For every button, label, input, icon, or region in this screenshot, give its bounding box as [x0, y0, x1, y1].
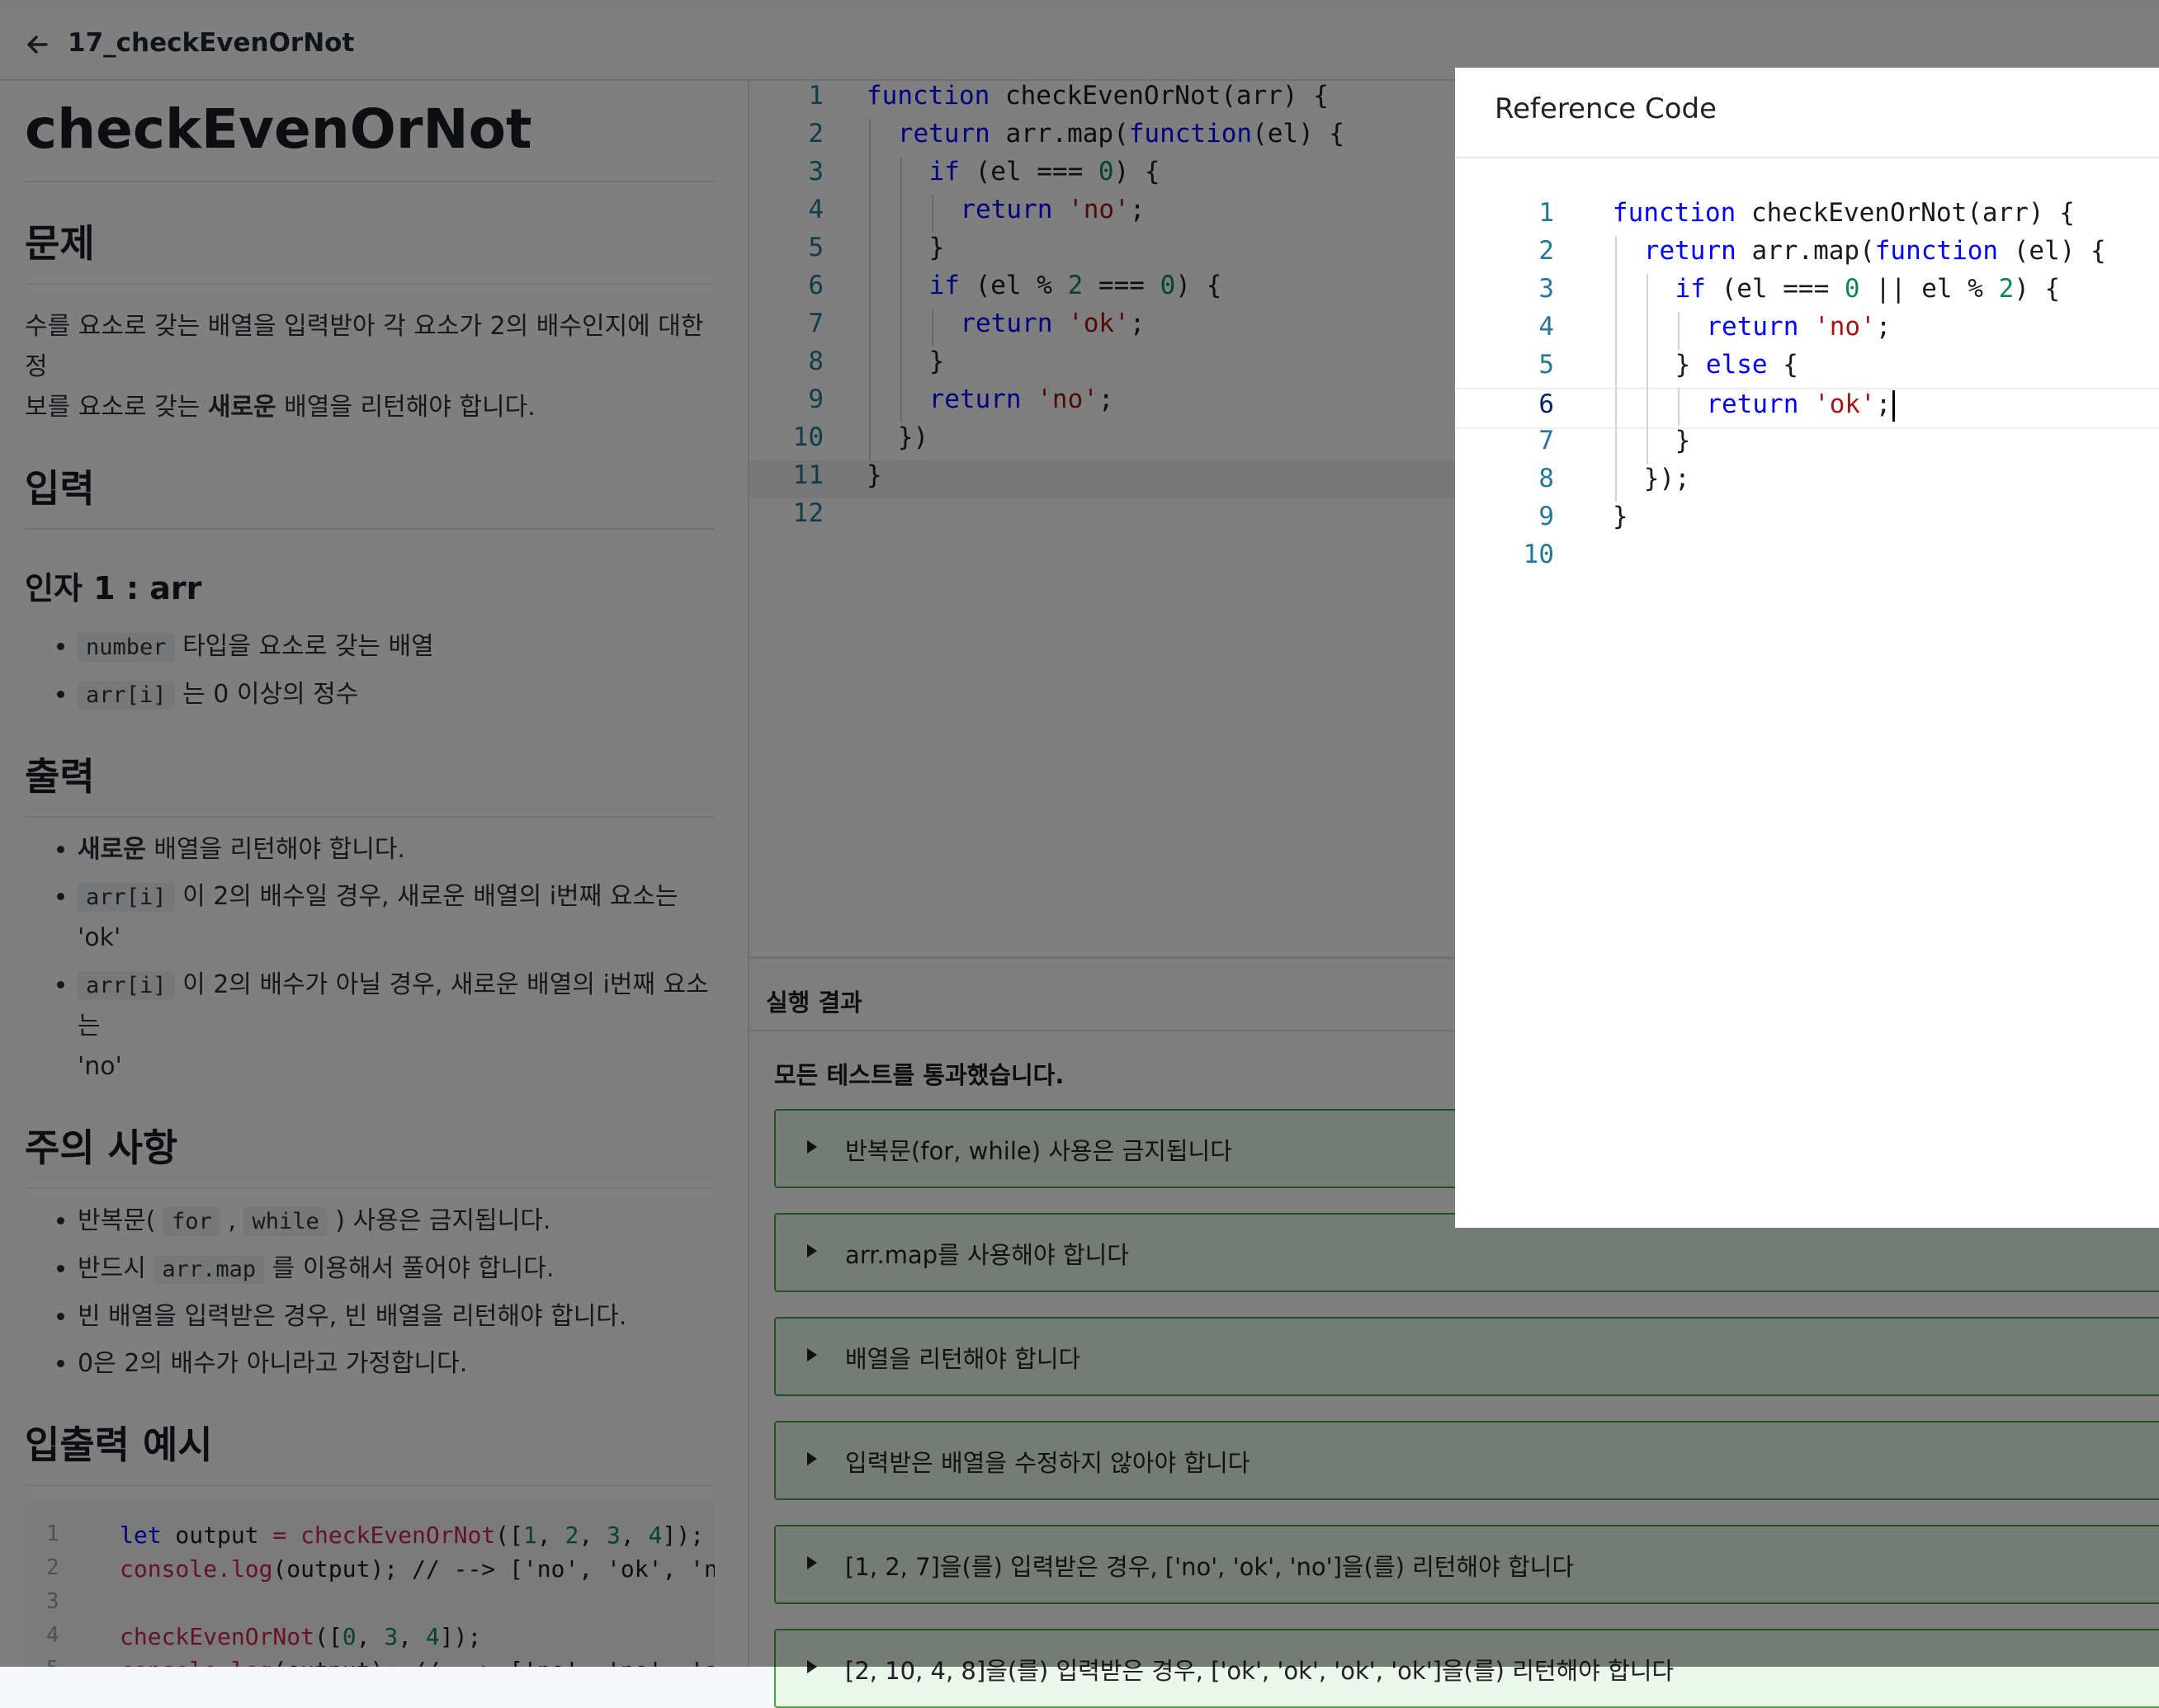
indent-guide [1646, 388, 1648, 426]
reference-code-line[interactable]: 8}); [1455, 464, 2159, 502]
line-number: 8 [1538, 464, 1554, 493]
indent-guide [1677, 388, 1679, 426]
divider [1455, 157, 2159, 158]
line-number: 6 [1538, 389, 1554, 419]
line-code: return 'ok'; [1706, 389, 1896, 422]
code-token: 'no' [1814, 312, 1876, 342]
line-number: 9 [1538, 502, 1554, 531]
code-token: function [1874, 236, 1999, 266]
indent-guide [1646, 350, 1648, 388]
code-token: return [1706, 312, 1799, 342]
code-token: || el % [1859, 274, 1999, 304]
line-code: }); [1644, 464, 1690, 493]
line-number: 2 [1538, 236, 1554, 266]
code-token: else [1705, 350, 1768, 380]
line-number: 4 [1538, 312, 1554, 342]
code-token: return [1706, 389, 1799, 419]
indent-guide [1615, 350, 1617, 388]
indent-guide [1646, 426, 1648, 464]
code-token: 0 [1844, 274, 1860, 304]
code-token: ; [1875, 389, 1892, 419]
line-number: 5 [1538, 350, 1554, 380]
line-number: 7 [1538, 426, 1554, 455]
line-code: } else { [1675, 350, 1798, 380]
modal-title: Reference Code [1495, 92, 1717, 125]
indent-guide [1615, 236, 1617, 274]
indent-guide [1615, 426, 1617, 464]
code-token: } [1675, 426, 1691, 455]
reference-code-modal: Reference Code 1 function checkEvenOrNot(… [1455, 68, 2159, 1228]
reference-code-line[interactable]: 9} [1455, 502, 2159, 540]
reference-code-line[interactable]: 4 return 'no'; [1455, 312, 2159, 350]
line-code: } [1613, 502, 1628, 531]
code-token: 2 [1998, 274, 2015, 304]
indent-guide [1646, 312, 1648, 350]
reference-code-line[interactable]: 10 [1455, 540, 2159, 578]
code-token: arr.map( [1736, 236, 1875, 266]
reference-code-line[interactable]: 5} else { [1455, 350, 2159, 388]
line-number: 10 [1523, 540, 1554, 569]
indent-guide [1646, 274, 1648, 312]
reference-code-line[interactable]: 3 if (el === 0 || el % 2) { [1455, 274, 2159, 312]
code-token: return [1643, 236, 1736, 266]
indent-guide [1615, 388, 1617, 426]
code-token: ; [1875, 312, 1892, 342]
indent-guide [1677, 312, 1679, 350]
reference-code-line[interactable]: 6 return 'ok'; [1455, 388, 2159, 429]
app-page: 17_checkEvenOrNot checkEvenOrNot 문제 수를 요… [0, 0, 2159, 1708]
line-code: if (el === 0 || el % 2) { [1675, 274, 2061, 304]
code-token: } [1675, 350, 1706, 380]
indent-guide [1615, 464, 1617, 502]
line-code: } [1675, 426, 1691, 455]
code-token: function [1613, 198, 1736, 228]
line-number: 3 [1538, 274, 1554, 304]
text-cursor [1892, 389, 1896, 422]
line-code: return arr.map(function (el) { [1644, 236, 2106, 266]
code-token: } [1613, 502, 1628, 531]
reference-code-line[interactable]: 2 return arr.map(function (el) { [1455, 236, 2159, 274]
indent-guide [1615, 274, 1617, 312]
reference-code-line[interactable]: 1 function checkEvenOrNot(arr) { [1455, 198, 2159, 236]
line-code: function checkEvenOrNot(arr) { [1613, 198, 2075, 228]
line-code: return 'no'; [1706, 312, 1891, 342]
reference-code-line[interactable]: 7} [1455, 426, 2159, 464]
code-token: (el) { [1998, 236, 2106, 266]
code-token: (el === [1705, 274, 1845, 304]
indent-guide [1615, 312, 1617, 350]
code-token: if [1675, 274, 1706, 304]
line-number: 1 [1538, 198, 1554, 228]
code-token: 'ok' [1814, 389, 1876, 419]
code-token: { [1767, 350, 1798, 380]
code-token: checkEvenOrNot(arr) { [1736, 198, 2075, 228]
code-token: }); [1643, 464, 1690, 493]
code-token: ) { [2014, 274, 2061, 304]
